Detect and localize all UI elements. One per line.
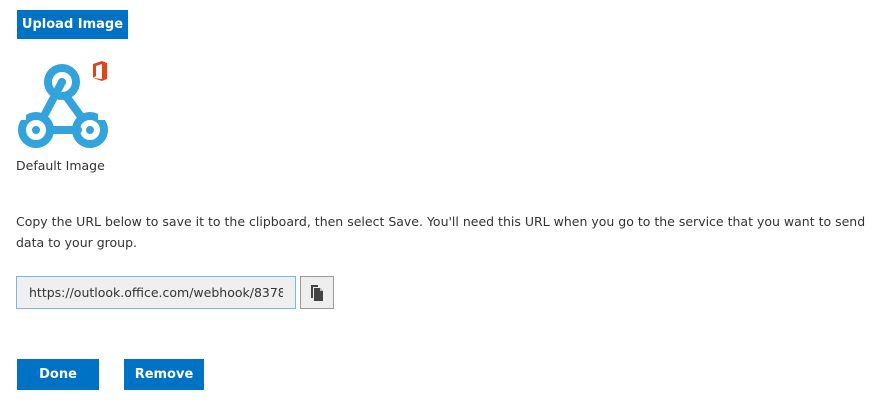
done-button[interactable]: Done (17, 359, 99, 390)
instructions-text: Copy the URL below to save it to the cli… (16, 214, 866, 250)
office-logo-icon (93, 61, 107, 81)
remove-button[interactable]: Remove (124, 359, 204, 390)
webhook-config-page: Upload Image Default Image Copy the URL … (0, 0, 893, 403)
copy-icon (311, 284, 323, 301)
default-image-caption: Default Image (16, 158, 105, 173)
webhook-url-field[interactable] (16, 276, 296, 309)
upload-image-button[interactable]: Upload Image (17, 10, 128, 39)
webhook-logo (14, 56, 114, 156)
copy-url-button[interactable] (300, 276, 334, 309)
